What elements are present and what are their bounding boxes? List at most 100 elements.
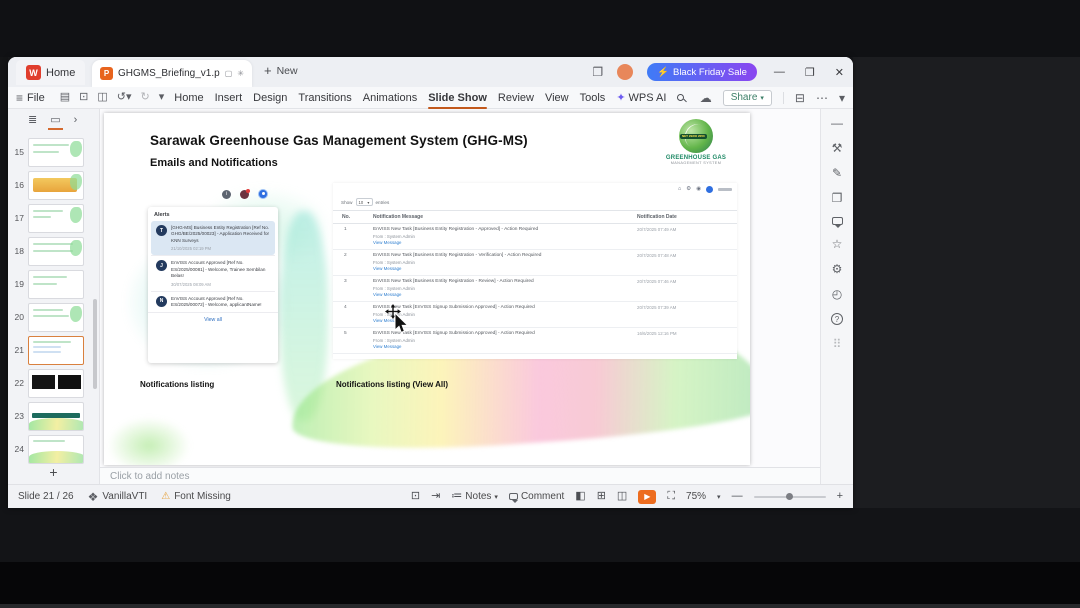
theme-edit-icon[interactable]: ✎ <box>832 167 842 179</box>
slide-sorter-view-icon[interactable]: ⊞ <box>597 491 606 502</box>
hide-sidebar-icon[interactable]: — <box>831 117 843 129</box>
comment-button[interactable]: Comment <box>508 491 564 503</box>
row-date: 16/6/2025 12:16 PM <box>637 331 677 336</box>
slideshow-setup-icon[interactable]: ⊡ <box>411 491 420 502</box>
tab-preview-icon[interactable]: ▢ <box>225 69 233 78</box>
window-stack-icon[interactable]: ❐ <box>592 66 603 78</box>
mock-app-header-icons: i <box>222 188 268 199</box>
slide-thumbnail-21-selected[interactable] <box>28 335 84 365</box>
help-icon[interactable]: ? <box>831 313 843 325</box>
history-clock-icon[interactable]: ◴ <box>832 288 842 300</box>
slide-thumbnail-24[interactable] <box>28 434 84 464</box>
thumbnail-view-icon[interactable]: ▭ <box>48 115 64 130</box>
notes-toggle[interactable]: ≔ Notes ▾ <box>451 491 498 503</box>
hamburger-icon[interactable]: ≡ <box>16 92 23 104</box>
unsaved-indicator-icon: ✳ <box>237 69 244 78</box>
panel-layout-icon[interactable]: ⊟ <box>795 92 805 104</box>
menu-review[interactable]: Review <box>498 92 534 104</box>
menu-design[interactable]: Design <box>253 92 287 104</box>
fullscreen-icon[interactable]: ⛶ <box>667 491 675 502</box>
close-button[interactable]: ✕ <box>832 66 847 79</box>
view-all-link: View all <box>148 312 278 327</box>
share-button[interactable]: Share ▾ <box>722 89 772 106</box>
print-icon[interactable]: ◫ <box>97 92 107 103</box>
font-missing-warning[interactable]: ⚠ Font Missing <box>161 491 231 502</box>
outline-view-icon[interactable]: ≣ <box>28 115 37 126</box>
slide-thumbnail-20[interactable] <box>28 302 84 332</box>
slide-thumbnail-19[interactable] <box>28 269 84 299</box>
page-size-select: 10 ▾ <box>355 198 373 206</box>
favorites-star-icon[interactable]: ☆ <box>832 238 843 250</box>
tools-icon[interactable]: ⚒ <box>832 142 843 154</box>
wps-menu-bar: ≡ File ▤ ⊡ ◫ ↺▾ ↻ ▾ Home Insert Design T… <box>8 87 853 109</box>
search-icon[interactable] <box>677 94 685 101</box>
menu-insert[interactable]: Insert <box>215 92 243 104</box>
column-date: Notification Date <box>637 214 677 220</box>
wps-title-bar: W Home P GHGMS_Briefing_v1.pptx ▢ ✳ + Ne… <box>8 57 853 87</box>
zoom-slider[interactable] <box>753 493 826 500</box>
restore-button[interactable]: ❐ <box>802 66 818 79</box>
zoom-in-button[interactable]: + <box>837 491 843 502</box>
alerts-dropdown-mock: Alerts T [GHG-MS] Business Entity Regist… <box>148 207 278 363</box>
menu-animations[interactable]: Animations <box>363 92 417 104</box>
lightning-icon: ⚡ <box>657 66 669 78</box>
menu-home[interactable]: Home <box>174 92 203 104</box>
slide-thumbnail-18[interactable] <box>28 236 84 266</box>
slide-thumbnail-22[interactable] <box>28 368 84 398</box>
settings-icon[interactable]: ⚙ <box>832 263 843 275</box>
cloud-sync-icon[interactable]: ☁ <box>700 92 712 104</box>
row-date: 20/7/2025 07:49 AM <box>637 227 677 232</box>
apps-grid-icon[interactable]: ⠿ <box>833 338 842 350</box>
thumbnail-row: 21 <box>8 335 100 365</box>
menu-transitions[interactable]: Transitions <box>298 92 351 104</box>
document-tab[interactable]: P GHGMS_Briefing_v1.pptx ▢ ✳ <box>92 60 252 87</box>
menu-tools[interactable]: Tools <box>580 92 606 104</box>
menu-view[interactable]: View <box>545 92 569 104</box>
save-icon[interactable]: ▤ <box>60 92 70 103</box>
slide-thumbnail-23[interactable] <box>28 401 84 431</box>
zoom-slider-knob[interactable] <box>785 493 793 500</box>
undo-button[interactable]: ↺▾ <box>117 92 132 103</box>
menu-file[interactable]: File <box>27 92 45 104</box>
objects-icon[interactable]: ❐ <box>832 192 843 204</box>
menu-wps-ai[interactable]: WPS AI <box>629 92 667 104</box>
more-options-icon[interactable]: ⋯ <box>816 92 828 104</box>
alert-message: [GHG-MS] Business Entity Registration [R… <box>171 225 270 243</box>
bell-notification-icon <box>240 188 250 199</box>
collapse-ribbon-icon[interactable]: ▾ <box>839 92 845 104</box>
share-label: Share <box>730 92 758 103</box>
toolbar-more-chevron[interactable]: ▾ <box>159 92 165 103</box>
collapse-panel-chevron-icon[interactable]: › <box>74 115 78 126</box>
theme-indicator[interactable]: ❖ VanillaVTI <box>88 491 148 503</box>
new-tab-button[interactable]: + New <box>264 63 298 78</box>
meeting-screen: LEMBAGA SUMBER ASLI DAN ALAM SEKITAR SAR… <box>0 0 1080 608</box>
slide-thumbnail-15[interactable] <box>28 137 84 167</box>
zoom-out-button[interactable]: — <box>732 491 743 502</box>
slide-canvas[interactable]: Sarawak Greenhouse Gas Management System… <box>104 113 750 465</box>
reading-view-icon[interactable]: ◫ <box>617 491 627 502</box>
output-icon[interactable]: ⊡ <box>79 92 88 103</box>
alert-avatar: T <box>156 225 167 236</box>
slide-thumbnail-16[interactable] <box>28 170 84 200</box>
normal-view-icon[interactable]: ◧ <box>575 491 585 502</box>
zoom-caret-icon[interactable]: ▾ <box>717 493 721 501</box>
table-row: 3 EnVISS New Task [Business Entity Regis… <box>333 276 737 302</box>
redo-button[interactable]: ↻ <box>141 92 150 103</box>
minimize-button[interactable]: — <box>771 66 788 78</box>
thumbnail-scrollbar[interactable] <box>93 299 97 389</box>
notes-bar[interactable]: Click to add notes <box>100 467 820 484</box>
wps-home-tab[interactable]: W Home <box>16 60 86 85</box>
black-friday-sale-button[interactable]: ⚡ Black Friday Sale <box>647 63 757 81</box>
add-slide-button[interactable]: + <box>8 464 99 480</box>
account-avatar[interactable] <box>617 64 634 80</box>
notes-caret-icon: ▾ <box>494 493 498 501</box>
play-slideshow-button[interactable]: ▶ <box>638 489 657 504</box>
menu-slide-show[interactable]: Slide Show <box>428 92 487 109</box>
comment-panel-icon[interactable] <box>831 217 843 228</box>
slide-indicator: Slide 21 / 26 <box>18 491 74 502</box>
slide-thumbnail-17[interactable] <box>28 203 84 233</box>
view-message-link: View Message <box>373 292 402 297</box>
slideshow-from-current-icon[interactable]: ⇥ <box>431 491 440 502</box>
zoom-level[interactable]: 75% <box>686 491 706 502</box>
thumbnail-row: 17 <box>8 203 100 233</box>
